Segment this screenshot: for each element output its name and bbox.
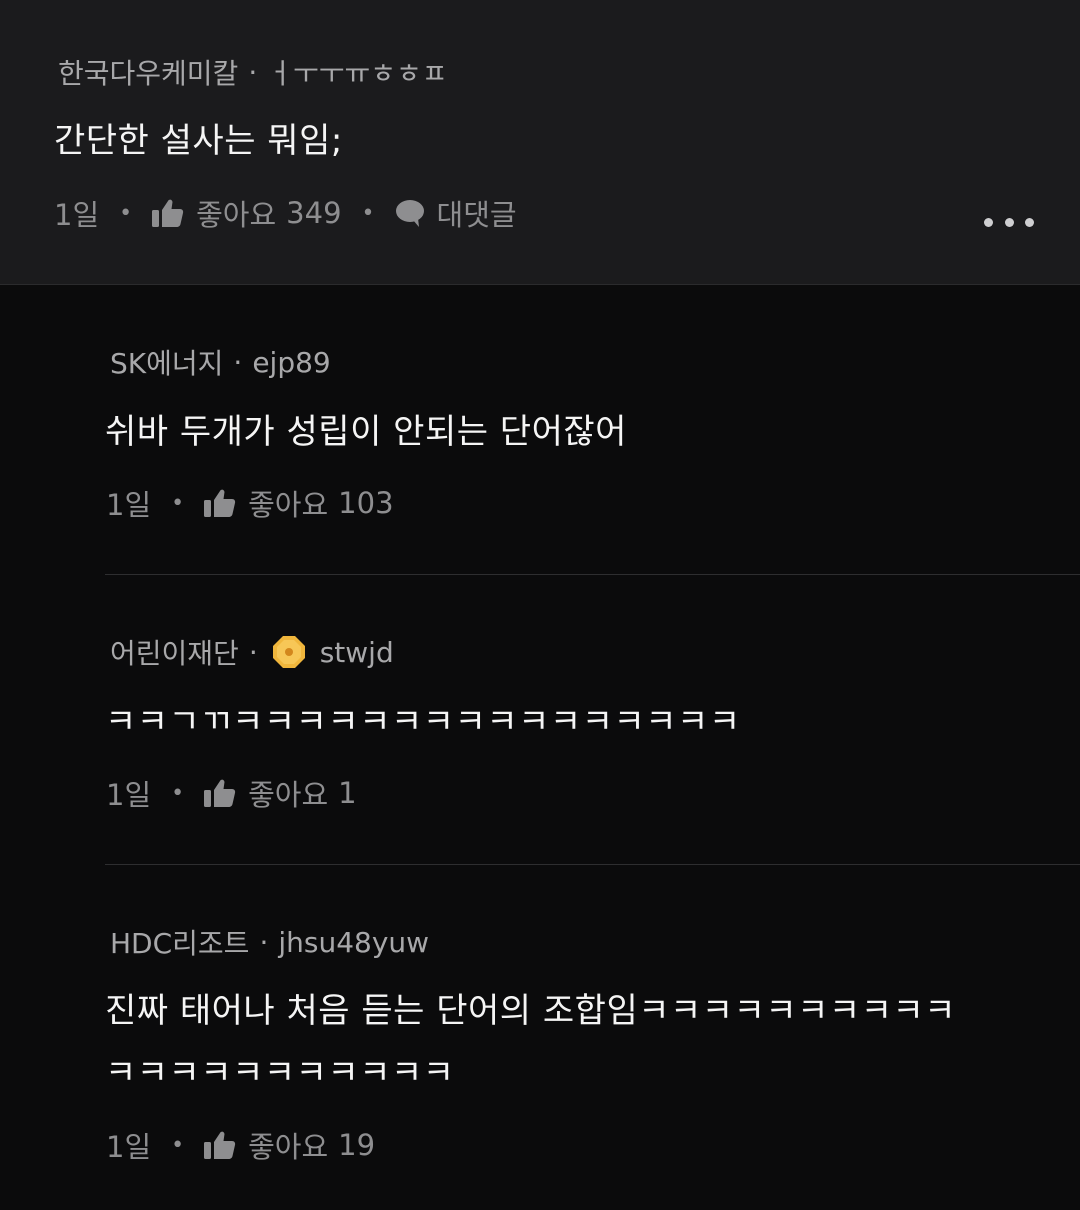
separator-dot: · [248, 635, 258, 669]
like-count: 1 [338, 776, 357, 810]
comment-text: 쉬바 두개가 성립이 안되는 단어잖어 [105, 412, 627, 452]
speech-bubble-icon[interactable] [395, 198, 425, 228]
separator-dot: • [361, 200, 375, 226]
author-nickname[interactable]: ejp89 [252, 346, 330, 379]
like-label[interactable]: 좋아요 [248, 772, 328, 814]
separator-dot: • [171, 1132, 185, 1158]
comment-time: 1일 [106, 778, 152, 812]
thumbs-up-icon[interactable] [204, 778, 236, 808]
comment-text: 진짜 태어나 처음 듣는 단어의 조합임ㅋㅋㅋㅋㅋㅋㅋㅋㅋㅋ [105, 991, 957, 1031]
thumbs-up-icon[interactable] [204, 1130, 236, 1160]
comment-time: 1일 [106, 1130, 152, 1164]
comment-meta: 1일 • 좋아요 1 [106, 772, 357, 814]
like-label[interactable]: 좋아요 [248, 482, 328, 524]
author-company[interactable]: 어린이재단 [110, 632, 239, 672]
more-dot-icon [984, 217, 993, 227]
comment-time: 1일 [106, 488, 152, 522]
comment-thread: 한국다우케미칼 · ㅓㅜㅜㅠㅎㅎㅍ 간단한 설사는 뭐임; 1일 • 좋아요 3… [0, 0, 1080, 1210]
comment-meta: 1일 • 좋아요 349 • 대댓글 [54, 192, 517, 234]
reply-button[interactable]: 대댓글 [437, 192, 517, 234]
separator-dot: · [233, 345, 243, 379]
like-label[interactable]: 좋아요 [248, 1124, 328, 1166]
comment-author[interactable]: HDC리조트 · jhsu48yuw [110, 922, 429, 962]
like-count: 349 [286, 196, 342, 230]
thumbs-up-icon[interactable] [152, 198, 184, 228]
separator-dot: • [171, 490, 185, 516]
author-company[interactable]: 한국다우케미칼 [58, 52, 238, 92]
separator-dot: • [119, 200, 133, 226]
comment-author[interactable]: SK에너지 · ejp89 [110, 342, 331, 382]
comment-text: ㅋㅋㄱㄲㅋㅋㅋㅋㅋㅋㅋㅋㅋㅋㅋㅋㅋㅋㅋㅋ [105, 702, 741, 742]
comment-author[interactable]: 어린이재단 · stwjd [110, 632, 394, 672]
comment-text: ㅋㅋㅋㅋㅋㅋㅋㅋㅋㅋㅋ [105, 1053, 455, 1093]
thumbs-up-icon[interactable] [204, 488, 236, 518]
like-label[interactable]: 좋아요 [196, 192, 276, 234]
comment-meta: 1일 • 좋아요 103 [106, 482, 394, 524]
separator-dot: • [171, 780, 185, 806]
like-count: 103 [338, 486, 394, 520]
parent-comment: 한국다우케미칼 · ㅓㅜㅜㅠㅎㅎㅍ 간단한 설사는 뭐임; 1일 • 좋아요 3… [0, 0, 1080, 285]
author-nickname[interactable]: jhsu48yuw [278, 926, 429, 959]
divider [105, 574, 1080, 575]
comment-time: 1일 [54, 198, 100, 232]
author-nickname[interactable]: ㅓㅜㅜㅠㅎㅎㅍ [267, 52, 447, 92]
divider [105, 864, 1080, 865]
separator-dot: · [248, 55, 258, 89]
separator-dot: · [259, 925, 269, 959]
more-dot-icon [1025, 217, 1034, 227]
more-options-button[interactable] [984, 210, 1034, 234]
like-count: 19 [338, 1128, 376, 1162]
author-nickname[interactable]: stwjd [320, 636, 394, 669]
author-company[interactable]: HDC리조트 [110, 922, 249, 962]
comment-author[interactable]: 한국다우케미칼 · ㅓㅜㅜㅠㅎㅎㅍ [58, 52, 448, 92]
author-company[interactable]: SK에너지 [110, 342, 223, 382]
gold-badge-icon [272, 636, 305, 668]
more-dot-icon [1004, 217, 1014, 227]
comment-text: 간단한 설사는 뭐임; [54, 121, 343, 161]
comment-meta: 1일 • 좋아요 19 [106, 1124, 375, 1166]
